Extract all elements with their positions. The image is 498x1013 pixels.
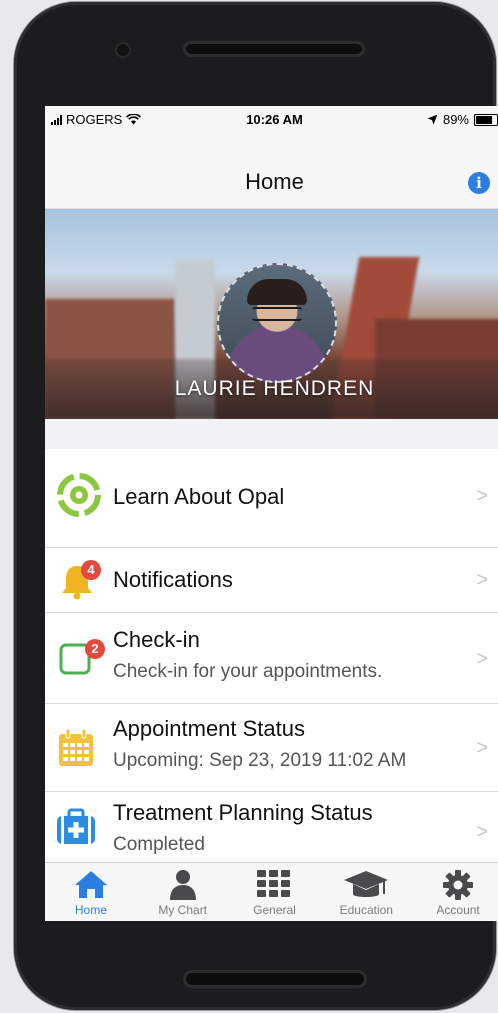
notification-badge: 4: [81, 560, 101, 580]
tab-label: General: [253, 903, 296, 917]
menu-item-subtitle: Upcoming: Sep 23, 2019 11:02 AM: [113, 750, 407, 771]
front-camera: [117, 44, 129, 56]
home-button[interactable]: [186, 973, 364, 985]
menu-item-label: Learn About Opal: [113, 484, 285, 509]
opal-logo-icon: [57, 473, 101, 517]
calendar-icon: [59, 728, 93, 766]
menu-item-treatment-planning-status[interactable]: Treatment Planning Status Completed >: [45, 792, 498, 870]
patient-name: LAURIE HENDREN: [174, 377, 375, 400]
avatar[interactable]: [217, 263, 337, 383]
page-title: Home: [245, 169, 304, 194]
menu-item-notifications[interactable]: 4 Notifications >: [45, 548, 498, 613]
menu-item-label: Check-in: [113, 627, 200, 652]
chevron-right-icon: >: [476, 648, 488, 670]
checkin-badge: 2: [85, 639, 105, 659]
home-menu-list: Learn About Opal > 4 Notifications > 2 C…: [45, 449, 498, 870]
menu-item-check-in[interactable]: 2 Check-in Check-in for your appointment…: [45, 613, 498, 704]
gear-icon: [443, 870, 474, 900]
grid-icon: [257, 870, 291, 897]
chevron-right-icon: >: [476, 821, 488, 843]
info-icon[interactable]: i: [468, 172, 490, 194]
battery-icon: [474, 113, 498, 126]
tab-home[interactable]: Home: [45, 863, 137, 921]
phone-frame: ROGERS 10:26 AM 89% Home i LAURIE HENDRE…: [14, 2, 498, 1010]
tab-account[interactable]: Account: [412, 863, 498, 921]
battery-percent: 89%: [442, 112, 469, 127]
navigation-bar: Home i: [45, 132, 498, 209]
app-screen: ROGERS 10:26 AM 89% Home i LAURIE HENDRE…: [45, 106, 498, 921]
menu-item-label: Appointment Status: [113, 716, 306, 741]
tab-label: Account: [436, 903, 480, 917]
profile-banner: LAURIE HENDREN: [45, 209, 498, 419]
menu-item-learn-about-opal[interactable]: Learn About Opal >: [45, 449, 498, 548]
tab-label: Home: [74, 903, 107, 917]
menu-item-subtitle: Check-in for your appointments.: [113, 661, 383, 682]
earpiece-speaker: [186, 44, 362, 54]
menu-item-label: Notifications: [113, 567, 233, 592]
tab-label: My Chart: [158, 903, 208, 917]
menu-item-subtitle: Completed: [113, 834, 205, 855]
medical-kit-icon: [57, 808, 95, 844]
section-spacer: [45, 419, 498, 449]
status-bar: ROGERS 10:26 AM 89%: [45, 106, 498, 132]
tab-label: Education: [339, 903, 393, 917]
person-icon: [169, 870, 196, 900]
menu-item-label: Treatment Planning Status: [113, 800, 373, 825]
graduation-cap-icon: [344, 871, 389, 897]
menu-item-appointment-status[interactable]: Appointment Status Upcoming: Sep 23, 201…: [45, 704, 498, 792]
tab-my-chart[interactable]: My Chart: [137, 863, 229, 921]
chevron-right-icon: >: [476, 737, 488, 759]
tab-general[interactable]: General: [229, 863, 321, 921]
tab-education[interactable]: Education: [320, 863, 412, 921]
bottom-tab-bar: Home My Chart General Education Account: [45, 862, 498, 921]
chevron-right-icon: >: [476, 569, 488, 591]
location-arrow-icon: [427, 114, 438, 125]
chevron-right-icon: >: [476, 485, 488, 507]
home-icon: [74, 871, 107, 898]
